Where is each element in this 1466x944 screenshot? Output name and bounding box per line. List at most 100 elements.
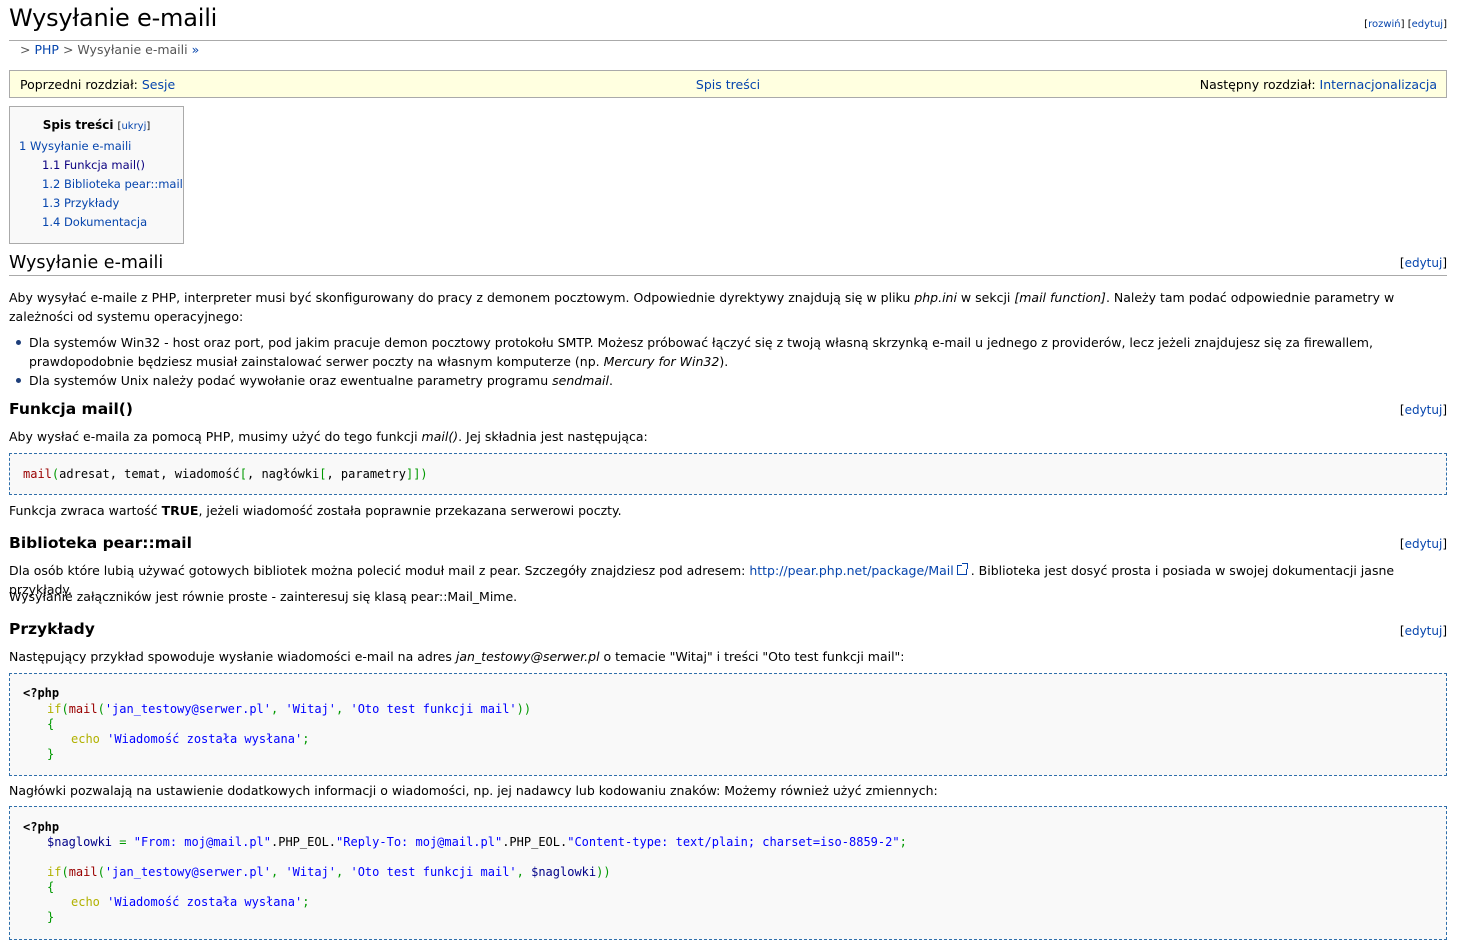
intro-paragraph: Aby wysyłać e-maile z PHP, interpreter m… (9, 288, 1447, 326)
code-token: ( (97, 865, 105, 879)
pear-mail-link[interactable]: http://pear.php.net/package/Mail (749, 563, 953, 578)
breadcrumb-php-link[interactable]: PHP (34, 42, 58, 57)
code-token: ( (61, 865, 69, 879)
paragraph: Następujący przykład spowoduje wysłanie … (9, 647, 1447, 666)
code-token: if (47, 702, 62, 716)
edit-link[interactable]: edytuj (1405, 624, 1443, 638)
breadcrumb: > PHP > Wysyłanie e-maili » (20, 42, 199, 57)
section-edit-link: [edytuj] (1399, 537, 1447, 551)
code-block: <?php if(mail('jan_testowy@serwer.pl', '… (9, 673, 1447, 776)
code-token: "Content-type: text/plain; charset=iso-8… (567, 835, 900, 849)
edit-link[interactable]: edytuj (1405, 256, 1443, 270)
code-token: 'jan_testowy@serwer.pl' (104, 702, 271, 716)
code-token: ]]) (405, 467, 428, 481)
toc-item[interactable]: 1 Wysyłanie e-maili (19, 139, 131, 153)
code-token: , (336, 702, 351, 716)
code-token: } (47, 747, 55, 761)
code-token: if (47, 865, 62, 879)
section-heading: Przykłady (9, 620, 95, 638)
page-title: Wysyłanie e-maili (9, 4, 218, 32)
toc-item[interactable]: 1.1 Funkcja mail() (42, 158, 145, 172)
paragraph: Funkcja zwraca wartość TRUE, jeżeli wiad… (9, 501, 1447, 520)
code-token: , (271, 865, 286, 879)
section-edit-link: [edytuj] (1399, 403, 1447, 417)
code-token: .PHP_EOL. (271, 835, 337, 849)
code-token: .PHP_EOL. (502, 835, 568, 849)
code-token: echo (71, 895, 100, 909)
code-token: , (336, 865, 351, 879)
text: o temacie "Witaj" i treści "Oto test fun… (599, 649, 905, 664)
code-token: mail (68, 865, 98, 879)
breadcrumb-sep: > (62, 42, 74, 57)
next-chapter-label: Następny rozdział: (1199, 77, 1316, 92)
chapter-navigation: Poprzedni rozdział: Sesje Spis treści Na… (9, 70, 1447, 98)
table-of-contents: Spis treści [ukryj] 1 Wysyłanie e-maili 1… (9, 106, 184, 244)
code-token: <?php (23, 820, 60, 834)
edit-link[interactable]: edytuj (1405, 537, 1443, 551)
code-token: ( (97, 702, 105, 716)
edit-page-link[interactable]: edytuj (1412, 19, 1443, 30)
code-token: 'Wiadomość została wysłana' (107, 895, 303, 909)
section-edit-link: [edytuj] (1399, 256, 1447, 270)
code-token: [ (239, 467, 247, 481)
code-block: <?php $naglowki = "From: moj@mail.pl".PH… (9, 806, 1447, 940)
text: Funkcja zwraca wartość (9, 503, 162, 518)
code-token: <?php (23, 686, 60, 700)
code-token: , parametry (326, 467, 406, 481)
breadcrumb-more-link[interactable]: » (192, 42, 200, 57)
code-token: , (516, 865, 532, 879)
paragraph: Wysyłanie załączników jest równie proste… (9, 589, 518, 604)
code-token: 'Oto test funkcji mail' (350, 865, 517, 879)
code-token: 'Witaj' (285, 702, 337, 716)
code-token: , nagłówki (247, 467, 320, 481)
paragraph: Nagłówki pozwalają na ustawienie dodatko… (9, 783, 938, 798)
code-token: )) (596, 865, 611, 879)
toc-item[interactable]: 1.2 Biblioteka pear::mail (42, 177, 183, 191)
text: Aby wysyłać e-maile z PHP, interpreter m… (9, 290, 915, 305)
code-token: )) (516, 702, 532, 716)
text: Aby wysłać e-maila za pomocą PHP, musimy… (9, 429, 422, 444)
code-token: $naglowki (47, 835, 113, 849)
section-heading: Biblioteka pear::mail (9, 534, 192, 552)
text: ). (719, 354, 729, 369)
text: TRUE (161, 503, 199, 518)
code-token: ; (302, 732, 310, 746)
toc-title: Spis treści (42, 118, 114, 132)
code-token: { (47, 717, 55, 731)
text: , jeżeli wiadomość została poprawnie prz… (198, 503, 622, 518)
toc-item[interactable]: 1.4 Dokumentacja (42, 215, 147, 229)
code-token: ; (899, 835, 907, 849)
code-token: 'Wiadomość została wysłana' (107, 732, 303, 746)
top-edit-links: [rozwiń] [edytuj] (1364, 19, 1447, 30)
code-token: mail (23, 467, 52, 481)
section-heading: Wysyłanie e-maili (9, 253, 1447, 276)
list-item: Dla systemów Unix należy podać wywołanie… (9, 371, 1447, 390)
code-token: 'Witaj' (285, 865, 337, 879)
text: Mercury for Win32 (603, 354, 720, 369)
code-token: ; (302, 895, 310, 909)
text: . Jej składnia jest następująca: (458, 429, 648, 444)
text: w sekcji (956, 290, 1015, 305)
expand-link[interactable]: rozwiń (1368, 19, 1401, 30)
breadcrumb-current: Wysyłanie e-maili (77, 42, 188, 57)
toc-hide-link[interactable]: ukryj (121, 121, 146, 132)
text: php.ini (914, 290, 957, 305)
code-token: mail (68, 702, 98, 716)
code-token: ( (61, 702, 69, 716)
text: jan_testowy@serwer.pl (455, 649, 600, 664)
text: Dla systemów Unix należy podać wywołanie… (29, 373, 553, 388)
list-item: Dla systemów Win32 - host oraz port, pod… (9, 333, 1447, 371)
edit-link[interactable]: edytuj (1405, 403, 1443, 417)
next-chapter-link[interactable]: Internacjonalizacja (1320, 77, 1437, 92)
text: . (608, 373, 613, 388)
code-block: mail(adresat, temat, wiadomość[, nagłówk… (9, 453, 1447, 495)
code-token: $naglowki (531, 865, 597, 879)
text: Dla osób które lubią używać gotowych bib… (9, 563, 750, 578)
code-token: 'jan_testowy@serwer.pl' (104, 865, 271, 879)
code-token: , (271, 702, 286, 716)
bullet-icon (16, 340, 21, 345)
toc-item[interactable]: 1.3 Przykłady (42, 196, 119, 210)
toc-link[interactable]: Spis treści (696, 77, 760, 92)
os-list: Dla systemów Win32 - host oraz port, pod… (9, 333, 1447, 390)
text: sendmail (552, 373, 609, 388)
